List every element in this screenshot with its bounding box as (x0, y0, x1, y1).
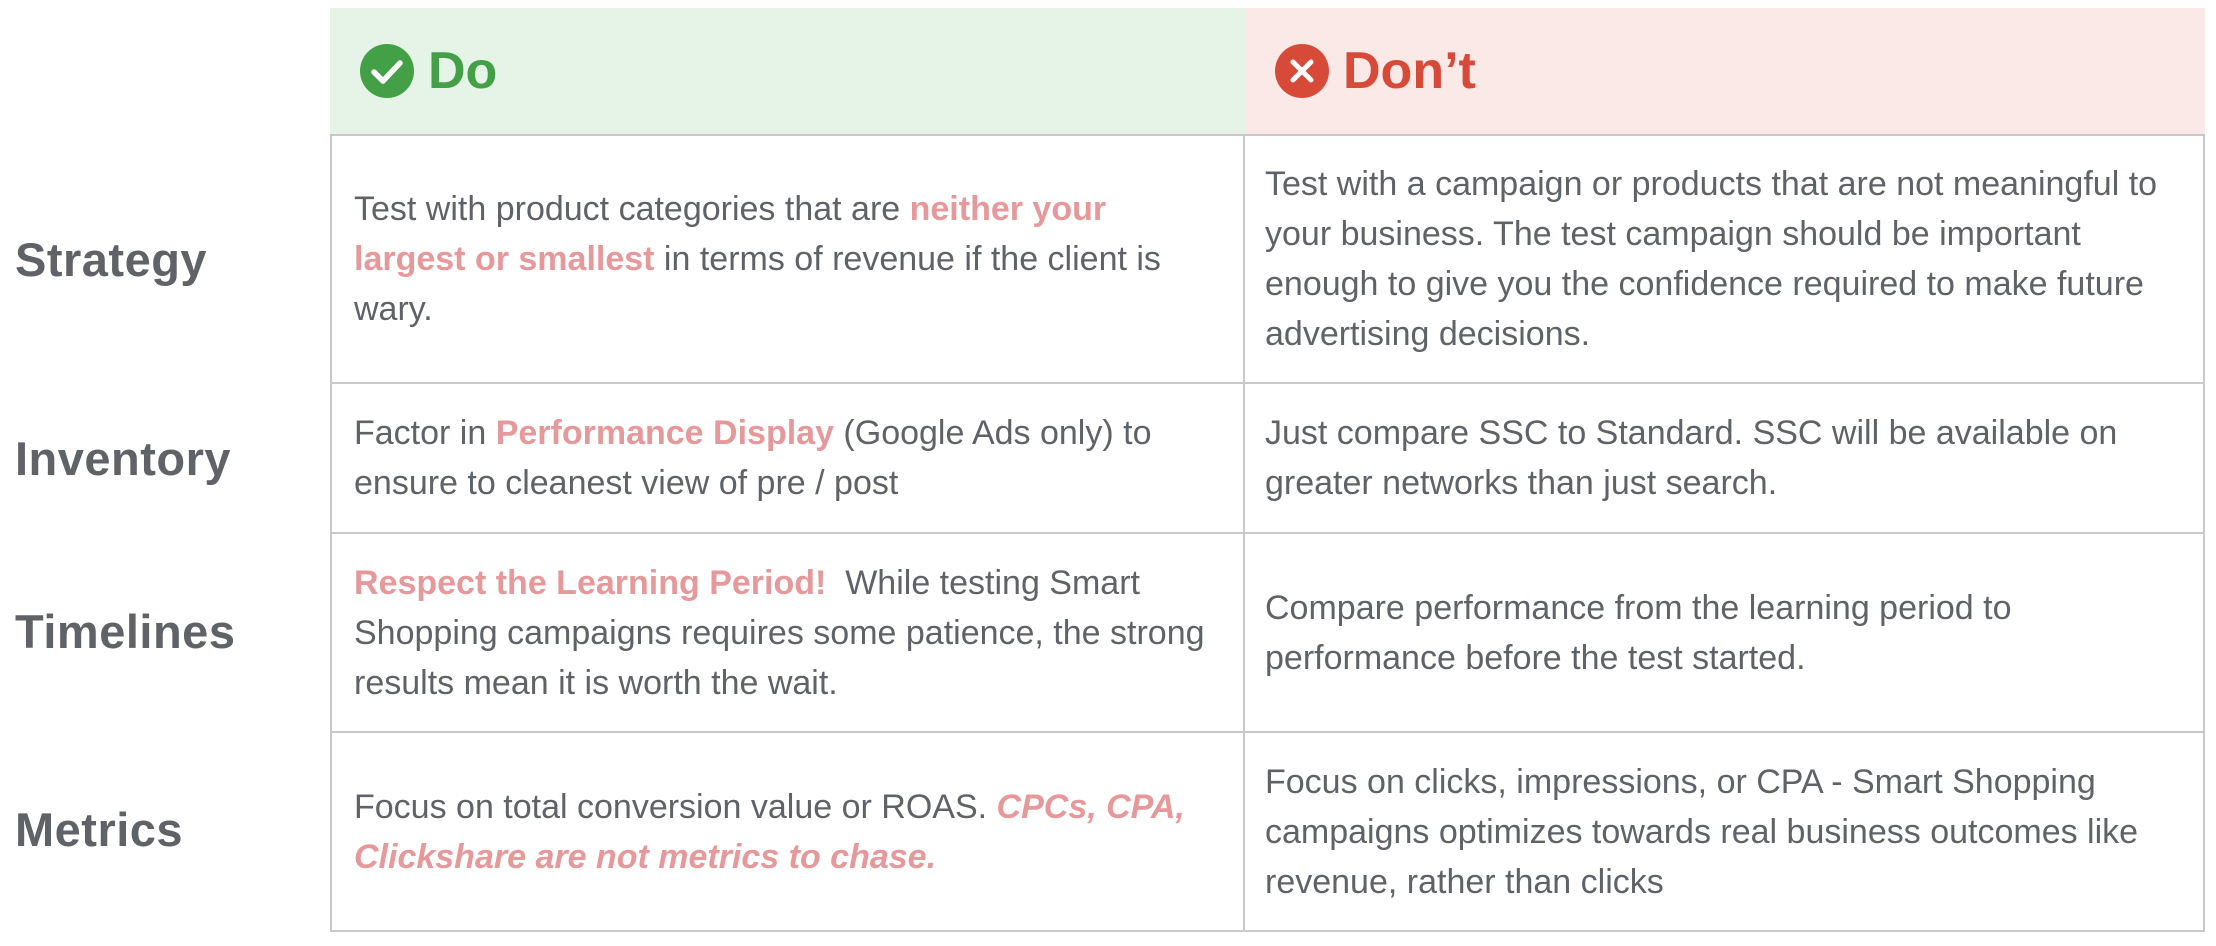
x-circle-icon (1275, 44, 1329, 98)
table-row: Respect the Learning Period! While testi… (332, 534, 2205, 733)
do-header-label: Do (428, 42, 498, 100)
do-text: Factor in (354, 414, 496, 452)
dont-cell-metrics: Focus on clicks, impressions, or CPA - S… (1245, 733, 2205, 930)
table-row: Focus on total conversion value or ROAS.… (332, 733, 2205, 932)
row-label-strategy: Strategy (15, 233, 208, 286)
comparison-grid: Do Don’t Test with product categories th… (330, 8, 2205, 932)
do-header: Do (330, 8, 1245, 134)
dont-header-label: Don’t (1343, 42, 1476, 100)
dont-cell-strategy: Test with a campaign or products that ar… (1245, 136, 2205, 382)
do-text: Focus on total conversion value or ROAS. (354, 787, 997, 826)
do-text: Test with product categories that are (354, 190, 910, 228)
row-label-inventory: Inventory (15, 432, 232, 485)
dont-text: Compare performance from the learning pe… (1265, 588, 2012, 677)
do-dont-slide: Strategy Inventory Timelines Metrics Do … (0, 0, 2216, 946)
do-cell-strategy: Test with product categories that are ne… (332, 136, 1245, 382)
dont-text: Just compare SSC to Standard. SSC will b… (1265, 414, 2118, 502)
row-label-timelines: Timelines (15, 605, 236, 658)
dont-header: Don’t (1245, 8, 2205, 134)
dont-text: Test with a campaign or products that ar… (1265, 165, 2158, 353)
check-circle-icon (360, 44, 414, 98)
table-row: Test with product categories that are ne… (332, 136, 2205, 384)
row-label-metrics: Metrics (15, 803, 184, 856)
dont-cell-inventory: Just compare SSC to Standard. SSC will b… (1245, 384, 2205, 532)
header-row: Do Don’t (330, 8, 2205, 134)
do-cell-inventory: Factor in Performance Display (Google Ad… (332, 384, 1245, 532)
do-highlight: Performance Display (495, 414, 834, 452)
do-highlight: Respect the Learning Period! (354, 563, 827, 602)
table-row: Factor in Performance Display (Google Ad… (332, 384, 2205, 534)
dont-text: Focus on clicks, impressions, or CPA - S… (1265, 762, 2139, 901)
do-cell-metrics: Focus on total conversion value or ROAS.… (332, 733, 1245, 930)
do-cell-timelines: Respect the Learning Period! While testi… (332, 534, 1245, 731)
comparison-table: Test with product categories that are ne… (330, 134, 2205, 932)
dont-cell-timelines: Compare performance from the learning pe… (1245, 534, 2205, 731)
